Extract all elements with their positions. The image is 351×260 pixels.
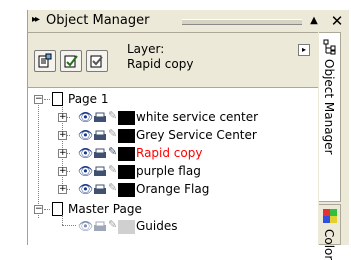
edit-layers-icon bbox=[64, 55, 78, 68]
object-properties-icon bbox=[38, 53, 52, 68]
pencil-icon[interactable]: ✎ bbox=[108, 163, 117, 176]
title-grip-line bbox=[182, 19, 302, 25]
color-tab-icon bbox=[323, 209, 337, 223]
printer-icon[interactable] bbox=[93, 221, 107, 233]
object-tree: − Page 1 + 👁 ✎ white service center + 👁 bbox=[28, 88, 318, 246]
page-label: Page 1 bbox=[68, 92, 109, 106]
tree-row-page-1[interactable]: − Page 1 bbox=[28, 91, 318, 109]
object-manager-window: ▸▸ Object Manager ▲ ✕ bbox=[27, 10, 349, 260]
master-page-label: Master Page bbox=[68, 202, 142, 216]
layer-name: purple flag bbox=[136, 164, 201, 178]
layer-color-swatch[interactable] bbox=[118, 183, 135, 197]
pencil-icon[interactable]: ✎ bbox=[108, 218, 117, 231]
printer-icon[interactable] bbox=[93, 130, 107, 142]
collapse-button[interactable]: ▲ bbox=[306, 12, 322, 30]
eye-icon[interactable]: 👁 bbox=[78, 146, 93, 160]
layer-color-swatch[interactable] bbox=[118, 220, 135, 234]
expand-arrows-icon[interactable]: ▸▸ bbox=[32, 14, 40, 25]
printer-icon[interactable] bbox=[93, 166, 107, 178]
layer-name: white service center bbox=[136, 110, 259, 124]
flyout-menu-button[interactable]: ▸ bbox=[298, 44, 310, 56]
expand-toggle[interactable]: + bbox=[58, 167, 67, 176]
expand-toggle[interactable]: + bbox=[58, 131, 67, 140]
collapse-toggle[interactable]: − bbox=[34, 95, 43, 104]
layer-manager-view-button[interactable] bbox=[86, 50, 108, 72]
expand-toggle[interactable]: + bbox=[58, 185, 67, 194]
eye-icon[interactable]: 👁 bbox=[78, 110, 93, 124]
layer-color-swatch[interactable] bbox=[118, 165, 135, 179]
printer-icon[interactable] bbox=[93, 184, 107, 196]
edit-across-layers-button[interactable] bbox=[60, 50, 82, 72]
show-object-properties-button[interactable] bbox=[34, 50, 56, 72]
printer-icon[interactable] bbox=[93, 112, 107, 124]
layer-view-icon bbox=[90, 55, 103, 68]
layer-name: Orange Flag bbox=[136, 182, 210, 196]
layer-color-swatch[interactable] bbox=[118, 129, 135, 143]
tree-row-master-page[interactable]: − Master Page bbox=[28, 201, 318, 219]
layer-name: Rapid copy bbox=[136, 146, 203, 160]
expand-toggle[interactable]: + bbox=[58, 149, 67, 158]
tree-row-layer[interactable]: + 👁 ✎ purple flag bbox=[28, 163, 318, 181]
pencil-icon[interactable]: ✎ bbox=[108, 145, 117, 158]
page-icon bbox=[52, 92, 63, 106]
eye-icon[interactable]: 👁 bbox=[78, 182, 93, 196]
page-icon bbox=[52, 202, 63, 216]
tab-object-manager-label: Object Manager bbox=[322, 59, 336, 155]
layer-color-swatch[interactable] bbox=[118, 111, 135, 125]
pencil-icon[interactable]: ✎ bbox=[108, 109, 117, 122]
docker-tabs: Object Manager Color bbox=[318, 32, 349, 260]
tab-object-manager[interactable]: Object Manager bbox=[319, 32, 341, 202]
layer-name: Guides bbox=[136, 219, 178, 233]
eye-icon[interactable]: 👁 bbox=[78, 164, 93, 178]
pencil-icon[interactable]: ✎ bbox=[108, 127, 117, 140]
tree-row-layer[interactable]: + 👁 ✎ white service center bbox=[28, 109, 318, 127]
docker-close-button[interactable]: ✕ bbox=[327, 11, 347, 31]
tree-row-layer[interactable]: + 👁 ✎ Grey Service Center bbox=[28, 127, 318, 145]
window-title: Object Manager bbox=[46, 13, 150, 28]
eye-icon[interactable]: 👁 bbox=[78, 219, 93, 233]
expand-toggle[interactable]: + bbox=[58, 113, 67, 122]
toolbar: Layer: Rapid copy ▸ bbox=[28, 33, 318, 88]
tree-row-layer[interactable]: + 👁 ✎ Orange Flag bbox=[28, 181, 318, 199]
layer-label: Layer: bbox=[127, 42, 165, 56]
tree-row-guides[interactable]: 👁 ✎ Guides bbox=[28, 215, 318, 237]
object-manager-panel: Layer: Rapid copy ▸ − Page 1 + 👁 ✎ white… bbox=[28, 32, 318, 246]
tab-color[interactable]: Color bbox=[319, 204, 341, 260]
printer-icon[interactable] bbox=[93, 148, 107, 160]
tree-row-layer-active[interactable]: + 👁 ✎ Rapid copy bbox=[28, 145, 318, 163]
object-manager-tab-icon bbox=[323, 39, 336, 55]
title-bar[interactable]: ▸▸ Object Manager ▲ ✕ bbox=[28, 10, 349, 32]
pencil-icon[interactable]: ✎ bbox=[108, 181, 117, 194]
layer-color-swatch[interactable] bbox=[118, 147, 135, 161]
eye-icon[interactable]: 👁 bbox=[78, 128, 93, 142]
current-layer-name: Rapid copy bbox=[127, 57, 194, 71]
layer-name: Grey Service Center bbox=[136, 128, 257, 142]
collapse-toggle[interactable]: − bbox=[34, 205, 43, 214]
